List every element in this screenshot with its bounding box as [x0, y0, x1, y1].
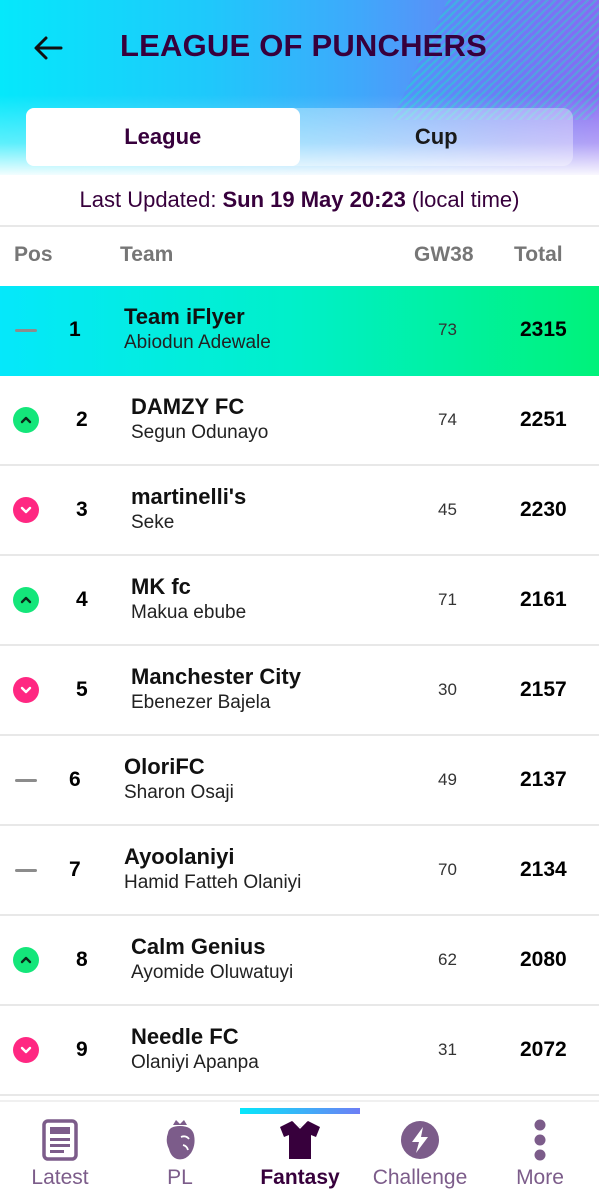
more-vertical-icon [534, 1119, 546, 1161]
app-header: LEAGUE OF PUNCHERS League Cup [0, 0, 599, 175]
gameweek-points: 71 [438, 590, 457, 609]
nav-fantasy[interactable]: Fantasy [240, 1118, 360, 1202]
total-points: 2315 [520, 318, 567, 341]
table-row[interactable]: 3 martinelli's Seke 45 2230 [0, 466, 599, 556]
manager-name: Ayomide Oluwatuyi [131, 962, 294, 983]
position: 9 [76, 1038, 88, 1061]
shirt-icon [280, 1121, 320, 1159]
team-name: martinelli's [131, 484, 247, 509]
position: 4 [76, 588, 88, 611]
gameweek-points: 45 [438, 500, 457, 519]
arrow-left-icon [34, 36, 63, 60]
active-tab-indicator [240, 1108, 360, 1114]
nav-fantasy-label: Fantasy [260, 1166, 340, 1189]
lion-crest-icon [166, 1120, 195, 1160]
total-points: 2080 [520, 948, 567, 971]
position: 5 [76, 678, 88, 701]
manager-name: Segun Odunayo [131, 422, 269, 443]
news-icon [42, 1119, 78, 1161]
nav-pl-label: PL [167, 1166, 193, 1189]
total-points: 2137 [520, 768, 567, 791]
gameweek-points: 73 [438, 320, 457, 339]
league-cup-tabs: League Cup [26, 108, 573, 166]
total-points: 2230 [520, 498, 567, 521]
nav-latest-label: Latest [31, 1166, 89, 1189]
nav-pl[interactable]: PL [120, 1118, 240, 1202]
last-updated: Last Updated: Sun 19 May 20:23 (local ti… [0, 175, 599, 227]
nav-more-label: More [516, 1166, 564, 1189]
tab-league[interactable]: League [26, 108, 300, 166]
last-updated-suffix: (local time) [411, 187, 520, 212]
total-points: 2161 [520, 588, 567, 611]
gameweek-points: 49 [438, 770, 457, 789]
table-row[interactable]: 1 Team iFlyer Abiodun Adewale 73 2315 [0, 286, 599, 376]
team-name: Calm Genius [131, 934, 266, 959]
table-header: Pos Team GW38 Total [0, 227, 599, 285]
team-name: Team iFlyer [124, 304, 245, 329]
movement-down-icon [13, 677, 39, 703]
table-row[interactable]: 5 Manchester City Ebenezer Bajela 30 2157 [0, 646, 599, 736]
col-total: Total [514, 243, 563, 266]
table-row[interactable]: 4 MK fc Makua ebube 71 2161 [0, 556, 599, 646]
nav-more[interactable]: More [480, 1118, 599, 1202]
total-points: 2251 [520, 408, 567, 431]
manager-name: Abiodun Adewale [124, 332, 271, 353]
gameweek-points: 74 [438, 410, 457, 429]
team-name: OloriFC [124, 754, 205, 779]
bottom-nav: Latest PL Fantasy Challenge More [0, 1100, 599, 1202]
lightning-icon [401, 1121, 439, 1159]
col-team: Team [120, 243, 174, 266]
position: 6 [69, 768, 81, 791]
position: 8 [76, 948, 88, 971]
team-name: MK fc [131, 574, 191, 599]
no-change-icon [13, 317, 39, 343]
table-row[interactable]: 9 Needle FC Olaniyi Apanpa 31 2072 [0, 1006, 599, 1096]
movement-up-icon [13, 407, 39, 433]
manager-name: Ebenezer Bajela [131, 692, 271, 713]
position: 2 [76, 408, 88, 431]
team-name: DAMZY FC [131, 394, 245, 419]
total-points: 2134 [520, 858, 567, 881]
gameweek-points: 30 [438, 680, 457, 699]
nav-challenge[interactable]: Challenge [360, 1118, 480, 1202]
page-title: LEAGUE OF PUNCHERS [120, 28, 488, 63]
nav-challenge-label: Challenge [372, 1166, 468, 1189]
team-name: Needle FC [131, 1024, 239, 1049]
movement-up-icon [13, 587, 39, 613]
movement-up-icon [13, 947, 39, 973]
manager-name: Hamid Fatteh Olaniyi [124, 872, 302, 893]
position: 3 [76, 498, 88, 521]
no-change-icon [13, 767, 39, 793]
manager-name: Makua ebube [131, 602, 247, 623]
position: 7 [69, 858, 81, 881]
total-points: 2157 [520, 678, 567, 701]
col-gw: GW38 [414, 243, 474, 266]
table-row[interactable]: 8 Calm Genius Ayomide Oluwatuyi 62 2080 [0, 916, 599, 1006]
gameweek-points: 31 [438, 1040, 457, 1059]
nav-latest[interactable]: Latest [0, 1118, 120, 1202]
tab-cup[interactable]: Cup [300, 108, 574, 166]
total-points: 2072 [520, 1038, 567, 1061]
gameweek-points: 62 [438, 950, 457, 969]
movement-down-icon [13, 1037, 39, 1063]
table-row[interactable]: 6 OloriFC Sharon Osaji 49 2137 [0, 736, 599, 826]
table-row[interactable]: 2 DAMZY FC Segun Odunayo 74 2251 [0, 376, 599, 466]
last-updated-datetime: Sun 19 May 20:23 [222, 187, 406, 212]
last-updated-label: Last Updated: [79, 187, 217, 212]
no-change-icon [13, 857, 39, 883]
movement-down-icon [13, 497, 39, 523]
col-pos: Pos [14, 243, 53, 266]
back-button[interactable] [30, 30, 66, 66]
standings-table: 1 Team iFlyer Abiodun Adewale 73 2315 2 DAMZY … [0, 286, 599, 1096]
team-name: Manchester City [131, 664, 301, 689]
position: 1 [69, 318, 81, 341]
gameweek-points: 70 [438, 860, 457, 879]
team-name: Ayoolaniyi [124, 844, 235, 869]
table-row[interactable]: 7 Ayoolaniyi Hamid Fatteh Olaniyi 70 2134 [0, 826, 599, 916]
manager-name: Olaniyi Apanpa [131, 1052, 259, 1073]
manager-name: Sharon Osaji [124, 782, 234, 803]
manager-name: Seke [131, 512, 175, 533]
